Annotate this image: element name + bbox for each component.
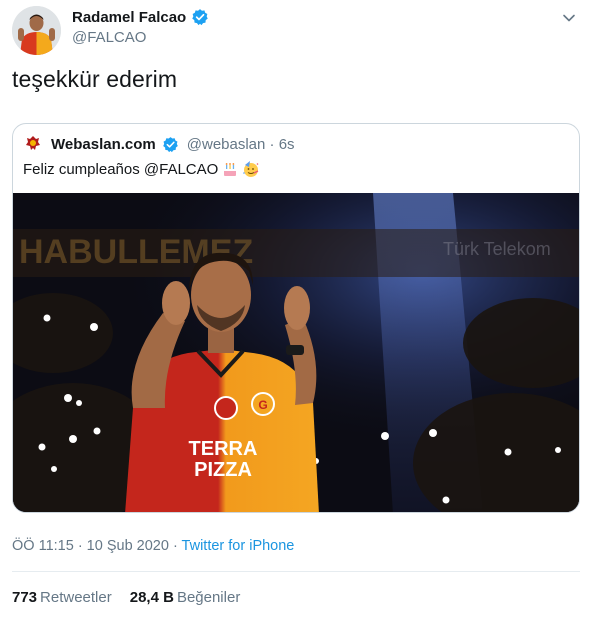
- verified-badge-icon: [191, 8, 209, 26]
- quoted-tweet-text: Feliz cumpleaños @FALCAO: [23, 160, 260, 178]
- jersey-sponsor-line2: PIZZA: [194, 459, 252, 481]
- retweets-label: Retweetler: [40, 589, 112, 606]
- tweet-timestamp-row: ÖÖ 11:15 · 10 Şub 2020 · Twitter for iPh…: [12, 538, 294, 554]
- tweet: Radamel Falcao @FALCAO teşekkür ederim W…: [0, 0, 593, 623]
- webaslan-logo-icon: [23, 134, 43, 154]
- likes-stat[interactable]: 28,4 B Beğeniler: [130, 589, 241, 606]
- party-face-emoji-icon: [242, 160, 260, 178]
- likes-label: Beğeniler: [176, 589, 241, 606]
- tweet-source-link[interactable]: Twitter for iPhone: [182, 538, 295, 554]
- verified-badge-icon: [162, 136, 179, 153]
- svg-text:G: G: [258, 398, 267, 412]
- banner-right-text: Türk Telekom: [443, 239, 551, 259]
- author-name-row: Radamel Falcao: [72, 8, 209, 26]
- quoted-tweet-card[interactable]: Webaslan.com @webaslan · 6s Feliz cumple…: [12, 123, 580, 513]
- jersey-sponsor-line1: TERRA: [189, 438, 258, 460]
- quoted-display-name[interactable]: Webaslan.com: [51, 136, 156, 153]
- retweets-stat[interactable]: 773 Retweetler: [12, 589, 112, 606]
- tweet-text: teşekkür ederim: [12, 66, 178, 92]
- quoted-tweet-header: Webaslan.com @webaslan · 6s: [23, 134, 295, 154]
- cake-emoji-icon: [221, 160, 239, 178]
- author-display-name[interactable]: Radamel Falcao: [72, 9, 186, 26]
- quoted-tweet-photo[interactable]: HABULLEMEZ Türk Telekom G TERRA PIZZA: [13, 193, 579, 512]
- quoted-tweet-text-body: Feliz cumpleaños @FALCAO: [23, 160, 219, 178]
- tweet-stats: 773 Retweetler 28,4 B Beğeniler: [12, 589, 240, 606]
- quoted-handle-time: @webaslan · 6s: [186, 135, 295, 153]
- author-avatar[interactable]: [12, 6, 61, 55]
- likes-count: 28,4 B: [129, 589, 174, 606]
- tweet-time-date[interactable]: ÖÖ 11:15 · 10 Şub 2020 ·: [12, 538, 182, 554]
- retweets-count: 773: [12, 589, 38, 606]
- chevron-down-icon[interactable]: [561, 10, 577, 26]
- author-handle[interactable]: @FALCAO: [72, 29, 146, 46]
- divider: [12, 571, 580, 572]
